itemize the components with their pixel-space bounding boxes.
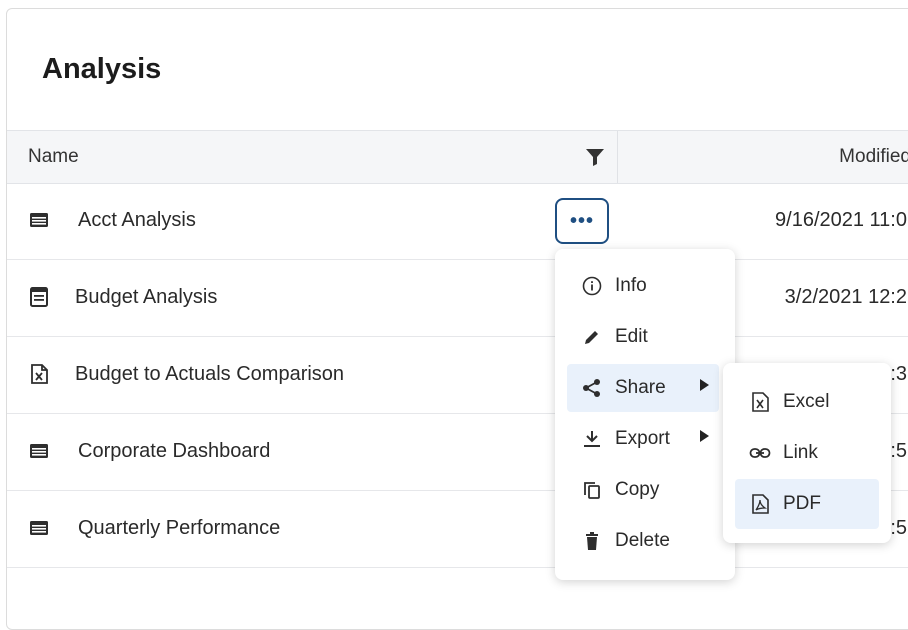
row-name[interactable]: Budget to Actuals Comparison (75, 363, 344, 386)
pdf-icon (752, 494, 769, 514)
menu-item-share[interactable]: Share (567, 364, 719, 412)
dashboard-icon (30, 213, 48, 227)
column-divider[interactable] (617, 131, 618, 183)
column-header-name[interactable]: Name (28, 146, 79, 168)
filter-icon[interactable] (583, 145, 607, 169)
menu-item-delete[interactable]: Delete (567, 517, 719, 565)
submenu-item-label: Link (783, 442, 818, 463)
share-icon (583, 379, 600, 397)
row-name[interactable]: Corporate Dashboard (78, 440, 270, 463)
submenu-arrow-icon (700, 430, 709, 442)
menu-item-info[interactable]: Info (567, 262, 719, 310)
download-icon (584, 431, 600, 447)
link-icon (749, 448, 771, 458)
row-modified: :5 (890, 517, 907, 539)
menu-item-label: Edit (615, 326, 648, 347)
page-title: Analysis (42, 53, 162, 85)
row-modified: :5 (890, 440, 907, 462)
dashboard-icon (30, 444, 48, 458)
menu-item-label: Export (615, 428, 670, 449)
report-icon (30, 287, 48, 307)
menu-item-edit[interactable]: Edit (567, 313, 719, 361)
table-row[interactable]: Budget Analysis 3/2/2021 12:2 (7, 260, 908, 337)
row-modified: 3/2/2021 12:2 (784, 286, 907, 308)
row-name[interactable]: Budget Analysis (75, 286, 217, 309)
menu-item-copy[interactable]: Copy (567, 466, 719, 514)
menu-item-export[interactable]: Export (567, 415, 719, 463)
trash-icon (586, 532, 598, 550)
more-actions-button[interactable]: ••• (555, 198, 609, 244)
submenu-arrow-icon (700, 379, 709, 391)
row-modified: :3 (890, 363, 907, 385)
info-icon (582, 276, 602, 296)
row-context-menu: Info Edit Share Export Copy Delete (555, 249, 735, 580)
pencil-icon (585, 331, 598, 344)
row-modified: 9/16/2021 11:0 (775, 209, 907, 231)
submenu-item-label: PDF (783, 493, 821, 514)
excel-icon (752, 392, 769, 412)
row-name[interactable]: Acct Analysis (78, 209, 196, 232)
share-pdf-item[interactable]: PDF (735, 479, 879, 529)
submenu-item-label: Excel (783, 391, 830, 412)
table-row[interactable]: Acct Analysis ••• 9/16/2021 11:0 (7, 183, 908, 260)
share-excel-item[interactable]: Excel (735, 377, 879, 427)
menu-item-label: Share (615, 377, 666, 398)
excel-file-icon (31, 364, 48, 384)
menu-item-label: Info (615, 275, 647, 296)
table-header: Name Modified (7, 130, 908, 184)
menu-item-label: Delete (615, 530, 670, 551)
column-header-modified[interactable]: Modified (839, 146, 908, 168)
menu-item-label: Copy (615, 479, 660, 500)
dashboard-icon (30, 521, 48, 535)
copy-icon (584, 482, 600, 499)
share-submenu: Excel Link PDF (723, 363, 891, 543)
row-name[interactable]: Quarterly Performance (78, 517, 280, 540)
share-link-item[interactable]: Link (735, 428, 879, 478)
